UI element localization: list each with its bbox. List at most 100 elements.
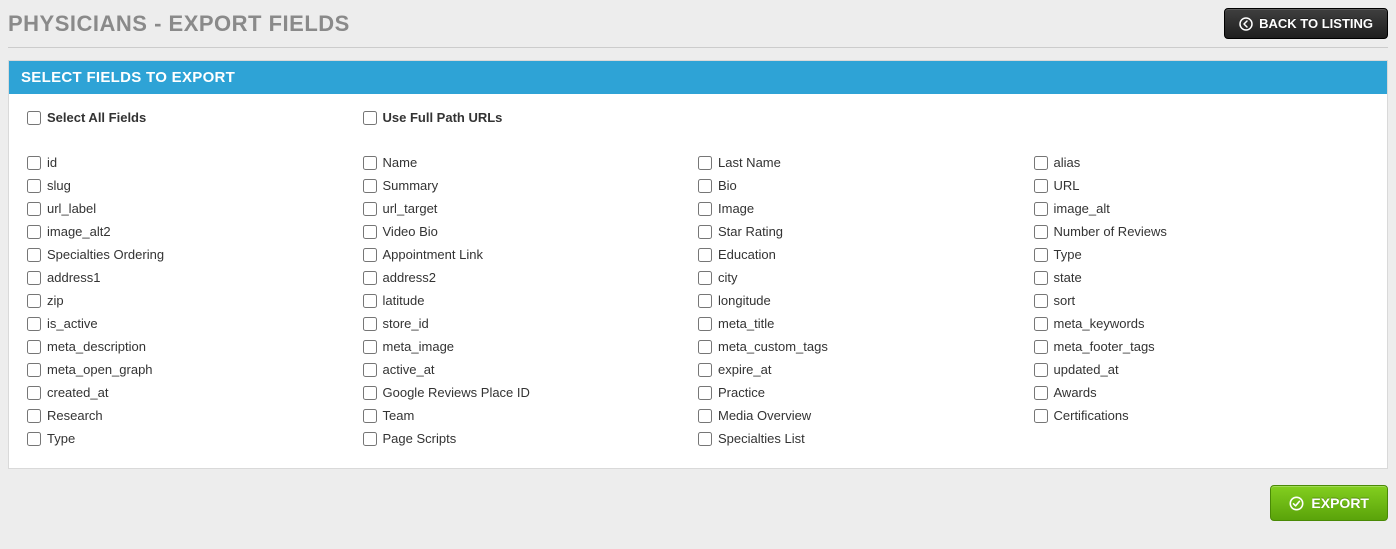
field-checkbox[interactable] — [363, 386, 377, 400]
field-item[interactable]: address1 — [27, 266, 363, 289]
field-item[interactable]: Team — [363, 404, 699, 427]
field-checkbox[interactable] — [27, 179, 41, 193]
field-item[interactable]: zip — [27, 289, 363, 312]
field-item[interactable]: Media Overview — [698, 404, 1034, 427]
field-checkbox[interactable] — [363, 271, 377, 285]
field-item[interactable]: created_at — [27, 381, 363, 404]
field-checkbox[interactable] — [363, 409, 377, 423]
field-item[interactable]: Video Bio — [363, 220, 699, 243]
select-all-option[interactable]: Select All Fields — [27, 106, 363, 129]
field-checkbox[interactable] — [698, 202, 712, 216]
field-item[interactable]: URL — [1034, 174, 1370, 197]
full-path-option[interactable]: Use Full Path URLs — [363, 106, 699, 129]
field-checkbox[interactable] — [1034, 248, 1048, 262]
field-item[interactable]: updated_at — [1034, 358, 1370, 381]
field-item[interactable]: Star Rating — [698, 220, 1034, 243]
field-item[interactable]: Name — [363, 151, 699, 174]
field-checkbox[interactable] — [27, 409, 41, 423]
field-item[interactable]: image_alt2 — [27, 220, 363, 243]
full-path-checkbox[interactable] — [363, 111, 377, 125]
field-item[interactable]: Bio — [698, 174, 1034, 197]
field-checkbox[interactable] — [27, 317, 41, 331]
field-checkbox[interactable] — [698, 363, 712, 377]
field-item[interactable]: meta_keywords — [1034, 312, 1370, 335]
field-checkbox[interactable] — [363, 202, 377, 216]
field-checkbox[interactable] — [27, 386, 41, 400]
field-checkbox[interactable] — [27, 248, 41, 262]
field-checkbox[interactable] — [1034, 179, 1048, 193]
field-checkbox[interactable] — [1034, 225, 1048, 239]
field-checkbox[interactable] — [698, 179, 712, 193]
field-item[interactable]: meta_image — [363, 335, 699, 358]
field-checkbox[interactable] — [1034, 363, 1048, 377]
field-checkbox[interactable] — [698, 225, 712, 239]
field-checkbox[interactable] — [363, 156, 377, 170]
field-item[interactable]: alias — [1034, 151, 1370, 174]
field-checkbox[interactable] — [363, 363, 377, 377]
field-checkbox[interactable] — [27, 202, 41, 216]
field-item[interactable]: url_label — [27, 197, 363, 220]
field-checkbox[interactable] — [698, 386, 712, 400]
field-item[interactable]: Awards — [1034, 381, 1370, 404]
field-checkbox[interactable] — [698, 248, 712, 262]
back-to-listing-button[interactable]: BACK TO LISTING — [1224, 8, 1388, 39]
field-checkbox[interactable] — [27, 294, 41, 308]
field-checkbox[interactable] — [363, 225, 377, 239]
field-checkbox[interactable] — [698, 340, 712, 354]
field-item[interactable]: longitude — [698, 289, 1034, 312]
field-checkbox[interactable] — [698, 432, 712, 446]
field-checkbox[interactable] — [1034, 317, 1048, 331]
field-checkbox[interactable] — [698, 294, 712, 308]
field-item[interactable]: Certifications — [1034, 404, 1370, 427]
field-checkbox[interactable] — [363, 248, 377, 262]
field-checkbox[interactable] — [27, 156, 41, 170]
field-checkbox[interactable] — [363, 432, 377, 446]
field-item[interactable]: meta_description — [27, 335, 363, 358]
field-item[interactable]: Page Scripts — [363, 427, 699, 450]
field-item[interactable]: Number of Reviews — [1034, 220, 1370, 243]
field-item[interactable]: Education — [698, 243, 1034, 266]
field-item[interactable]: meta_open_graph — [27, 358, 363, 381]
field-checkbox[interactable] — [698, 317, 712, 331]
field-checkbox[interactable] — [27, 340, 41, 354]
field-checkbox[interactable] — [27, 271, 41, 285]
field-item[interactable]: slug — [27, 174, 363, 197]
field-checkbox[interactable] — [1034, 294, 1048, 308]
field-item[interactable]: Last Name — [698, 151, 1034, 174]
field-item[interactable]: meta_custom_tags — [698, 335, 1034, 358]
field-item[interactable]: url_target — [363, 197, 699, 220]
field-checkbox[interactable] — [363, 317, 377, 331]
field-checkbox[interactable] — [1034, 340, 1048, 354]
field-item[interactable]: Google Reviews Place ID — [363, 381, 699, 404]
field-checkbox[interactable] — [27, 432, 41, 446]
field-item[interactable]: Type — [27, 427, 363, 450]
field-item[interactable]: sort — [1034, 289, 1370, 312]
field-checkbox[interactable] — [1034, 271, 1048, 285]
field-item[interactable]: id — [27, 151, 363, 174]
field-item[interactable]: Research — [27, 404, 363, 427]
field-item[interactable]: image_alt — [1034, 197, 1370, 220]
field-item[interactable]: city — [698, 266, 1034, 289]
field-item[interactable]: latitude — [363, 289, 699, 312]
field-item[interactable]: expire_at — [698, 358, 1034, 381]
field-checkbox[interactable] — [363, 294, 377, 308]
field-checkbox[interactable] — [363, 340, 377, 354]
field-item[interactable]: store_id — [363, 312, 699, 335]
field-item[interactable]: Appointment Link — [363, 243, 699, 266]
field-item[interactable]: Specialties List — [698, 427, 1034, 450]
field-item[interactable]: Type — [1034, 243, 1370, 266]
field-item[interactable]: meta_title — [698, 312, 1034, 335]
field-checkbox[interactable] — [698, 271, 712, 285]
export-button[interactable]: EXPORT — [1270, 485, 1388, 521]
field-checkbox[interactable] — [1034, 202, 1048, 216]
field-checkbox[interactable] — [363, 179, 377, 193]
field-item[interactable]: Practice — [698, 381, 1034, 404]
field-checkbox[interactable] — [1034, 409, 1048, 423]
select-all-checkbox[interactable] — [27, 111, 41, 125]
field-checkbox[interactable] — [1034, 156, 1048, 170]
field-checkbox[interactable] — [698, 156, 712, 170]
field-item[interactable]: Specialties Ordering — [27, 243, 363, 266]
field-item[interactable]: is_active — [27, 312, 363, 335]
field-item[interactable]: Image — [698, 197, 1034, 220]
field-checkbox[interactable] — [27, 363, 41, 377]
